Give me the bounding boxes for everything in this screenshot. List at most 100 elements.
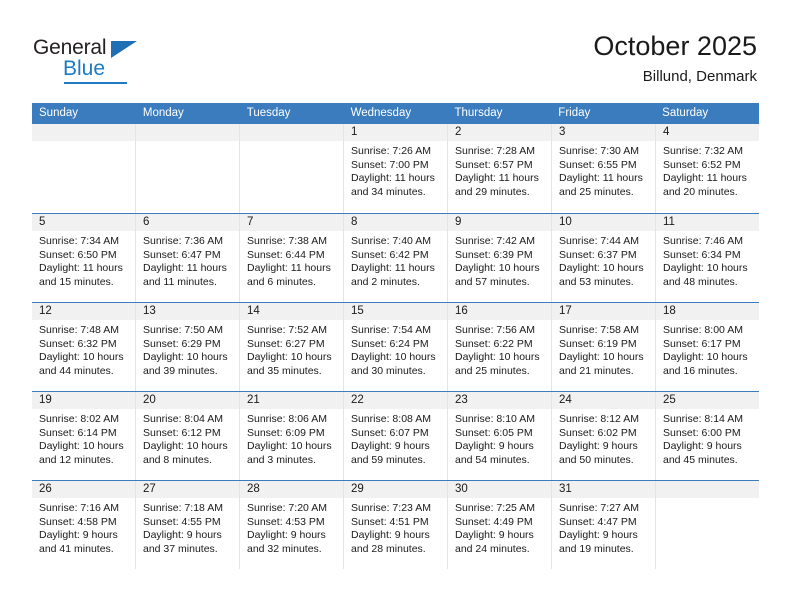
day-details: Sunrise: 8:08 AM Sunset: 6:07 PM Daylight:… [344, 409, 447, 467]
day-details: Sunrise: 8:00 AM Sunset: 6:17 PM Daylight:… [656, 320, 759, 378]
calendar-day-cell[interactable]: 7 Sunrise: 7:38 AM Sunset: 6:44 PM Daylight… [240, 214, 344, 302]
sunrise-text: Sunrise: 7:30 AM [559, 145, 639, 157]
logo-blue-text: Blue [63, 57, 106, 80]
day-details: Sunrise: 7:32 AM Sunset: 6:52 PM Daylight:… [656, 141, 759, 199]
day-number: 13 [136, 303, 239, 320]
calendar-day-cell[interactable]: 31 Sunrise: 7:27 AM Sunset: 4:47 PM Dayligh… [552, 481, 656, 569]
sunset-text: Sunset: 6:17 PM [663, 337, 741, 350]
day-header-thursday: Thursday [454, 107, 503, 119]
calendar-day-cell-empty [656, 481, 759, 569]
sunrise-text: Sunrise: 8:14 AM [663, 413, 743, 425]
sunrise-text: Sunrise: 7:56 AM [455, 324, 535, 336]
calendar-day-cell[interactable]: 28 Sunrise: 7:20 AM Sunset: 4:53 PM Dayligh… [240, 481, 344, 569]
calendar-day-cell[interactable]: 18 Sunrise: 8:00 AM Sunset: 6:17 PM Dayligh… [656, 303, 759, 391]
day-details: Sunrise: 7:56 AM Sunset: 6:22 PM Daylight:… [448, 320, 551, 378]
calendar-day-cell[interactable]: 17 Sunrise: 7:58 AM Sunset: 6:19 PM Dayligh… [552, 303, 656, 391]
day-header-sunday: Sunday [39, 107, 79, 119]
daylight-text: Daylight: 10 hours and 25 minutes. [455, 351, 540, 377]
day-details: Sunrise: 7:50 AM Sunset: 6:29 PM Daylight:… [136, 320, 239, 378]
calendar-day-cell[interactable]: 2 Sunrise: 7:28 AM Sunset: 6:57 PM Daylight… [448, 124, 552, 213]
calendar-day-cell[interactable]: 24 Sunrise: 8:12 AM Sunset: 6:02 PM Dayligh… [552, 392, 656, 480]
calendar-day-cell[interactable]: 16 Sunrise: 7:56 AM Sunset: 6:22 PM Dayligh… [448, 303, 552, 391]
daylight-text: Daylight: 11 hours and 11 minutes. [143, 262, 227, 288]
day-number: 14 [240, 303, 343, 320]
daylight-text: Daylight: 11 hours and 6 minutes. [247, 262, 331, 288]
page-header: General Blue October 2025 Billund, Denma… [0, 0, 792, 100]
day-details: Sunrise: 8:12 AM Sunset: 6:02 PM Daylight:… [552, 409, 655, 467]
sunset-text: Sunset: 6:02 PM [559, 426, 637, 439]
calendar-day-cell[interactable]: 20 Sunrise: 8:04 AM Sunset: 6:12 PM Dayligh… [136, 392, 240, 480]
calendar-day-cell[interactable]: 12 Sunrise: 7:48 AM Sunset: 6:32 PM Dayligh… [32, 303, 136, 391]
day-number: 22 [344, 392, 447, 409]
calendar-day-cell[interactable]: 29 Sunrise: 7:23 AM Sunset: 4:51 PM Dayligh… [344, 481, 448, 569]
daylight-text: Daylight: 11 hours and 15 minutes. [39, 262, 123, 288]
sunset-text: Sunset: 4:55 PM [143, 515, 221, 528]
calendar-day-cell[interactable]: 9 Sunrise: 7:42 AM Sunset: 6:39 PM Daylight… [448, 214, 552, 302]
calendar-day-cell[interactable]: 26 Sunrise: 7:16 AM Sunset: 4:58 PM Dayligh… [32, 481, 136, 569]
sunset-text: Sunset: 6:12 PM [143, 426, 221, 439]
calendar-day-cell[interactable]: 8 Sunrise: 7:40 AM Sunset: 6:42 PM Daylight… [344, 214, 448, 302]
day-number: 24 [552, 392, 655, 409]
calendar-day-cell[interactable]: 1 Sunrise: 7:26 AM Sunset: 7:00 PM Daylight… [344, 124, 448, 213]
day-number: 2 [448, 124, 551, 141]
daylight-text: Daylight: 9 hours and 24 minutes. [455, 529, 534, 555]
day-number: 12 [32, 303, 135, 320]
calendar-day-cell[interactable]: 23 Sunrise: 8:10 AM Sunset: 6:05 PM Dayligh… [448, 392, 552, 480]
sunrise-text: Sunrise: 8:08 AM [351, 413, 431, 425]
day-number: 31 [552, 481, 655, 498]
sunrise-text: Sunrise: 7:58 AM [559, 324, 639, 336]
calendar-day-cell[interactable]: 10 Sunrise: 7:44 AM Sunset: 6:37 PM Dayligh… [552, 214, 656, 302]
day-number: 17 [552, 303, 655, 320]
calendar-week-row: 19 Sunrise: 8:02 AM Sunset: 6:14 PM Dayligh… [32, 391, 759, 480]
calendar-day-cell[interactable]: 13 Sunrise: 7:50 AM Sunset: 6:29 PM Dayligh… [136, 303, 240, 391]
calendar-day-cell[interactable]: 3 Sunrise: 7:30 AM Sunset: 6:55 PM Daylight… [552, 124, 656, 213]
day-number: 7 [240, 214, 343, 231]
sunset-text: Sunset: 6:55 PM [559, 158, 637, 171]
daylight-text: Daylight: 11 hours and 20 minutes. [663, 172, 747, 198]
calendar-week-row: 12 Sunrise: 7:48 AM Sunset: 6:32 PM Dayligh… [32, 302, 759, 391]
sunset-text: Sunset: 4:47 PM [559, 515, 637, 528]
sunrise-text: Sunrise: 7:18 AM [143, 502, 223, 514]
general-blue-logo[interactable]: General Blue [33, 36, 163, 84]
sunset-text: Sunset: 6:29 PM [143, 337, 221, 350]
calendar-day-cell[interactable]: 21 Sunrise: 8:06 AM Sunset: 6:09 PM Dayligh… [240, 392, 344, 480]
day-details: Sunrise: 7:20 AM Sunset: 4:53 PM Daylight:… [240, 498, 343, 556]
calendar-day-cell-empty [136, 124, 240, 213]
day-details: Sunrise: 7:27 AM Sunset: 4:47 PM Daylight:… [552, 498, 655, 556]
day-number [240, 124, 343, 141]
sunrise-text: Sunrise: 7:25 AM [455, 502, 535, 514]
calendar-day-cell[interactable]: 30 Sunrise: 7:25 AM Sunset: 4:49 PM Dayligh… [448, 481, 552, 569]
sunrise-text: Sunrise: 8:10 AM [455, 413, 535, 425]
daylight-text: Daylight: 11 hours and 25 minutes. [559, 172, 643, 198]
calendar-day-cell[interactable]: 25 Sunrise: 8:14 AM Sunset: 6:00 PM Dayligh… [656, 392, 759, 480]
sunrise-text: Sunrise: 8:00 AM [663, 324, 743, 336]
day-number: 20 [136, 392, 239, 409]
calendar-day-cell[interactable]: 5 Sunrise: 7:34 AM Sunset: 6:50 PM Daylight… [32, 214, 136, 302]
day-number: 9 [448, 214, 551, 231]
daylight-text: Daylight: 11 hours and 29 minutes. [455, 172, 539, 198]
sunset-text: Sunset: 4:53 PM [247, 515, 325, 528]
calendar-day-cell[interactable]: 27 Sunrise: 7:18 AM Sunset: 4:55 PM Dayligh… [136, 481, 240, 569]
calendar-day-cell[interactable]: 22 Sunrise: 8:08 AM Sunset: 6:07 PM Dayligh… [344, 392, 448, 480]
calendar-day-cell[interactable]: 4 Sunrise: 7:32 AM Sunset: 6:52 PM Daylight… [656, 124, 759, 213]
sunset-text: Sunset: 6:14 PM [39, 426, 117, 439]
sunset-text: Sunset: 6:37 PM [559, 248, 637, 261]
daylight-text: Daylight: 9 hours and 45 minutes. [663, 440, 742, 466]
day-details: Sunrise: 8:04 AM Sunset: 6:12 PM Daylight:… [136, 409, 239, 467]
calendar-day-cell[interactable]: 15 Sunrise: 7:54 AM Sunset: 6:24 PM Dayligh… [344, 303, 448, 391]
day-details: Sunrise: 7:54 AM Sunset: 6:24 PM Daylight:… [344, 320, 447, 378]
calendar-day-cell[interactable]: 19 Sunrise: 8:02 AM Sunset: 6:14 PM Dayligh… [32, 392, 136, 480]
sunrise-text: Sunrise: 7:52 AM [247, 324, 327, 336]
day-number: 6 [136, 214, 239, 231]
sunset-text: Sunset: 6:44 PM [247, 248, 325, 261]
day-number: 28 [240, 481, 343, 498]
sunset-text: Sunset: 6:22 PM [455, 337, 533, 350]
day-header-wednesday: Wednesday [350, 107, 412, 119]
day-details: Sunrise: 7:23 AM Sunset: 4:51 PM Daylight:… [344, 498, 447, 556]
sunrise-text: Sunrise: 7:46 AM [663, 235, 743, 247]
logo-triangle-icon [111, 41, 137, 58]
calendar-day-cell[interactable]: 14 Sunrise: 7:52 AM Sunset: 6:27 PM Dayligh… [240, 303, 344, 391]
sunrise-text: Sunrise: 7:42 AM [455, 235, 535, 247]
calendar-day-cell[interactable]: 6 Sunrise: 7:36 AM Sunset: 6:47 PM Daylight… [136, 214, 240, 302]
calendar-day-cell[interactable]: 11 Sunrise: 7:46 AM Sunset: 6:34 PM Dayligh… [656, 214, 759, 302]
